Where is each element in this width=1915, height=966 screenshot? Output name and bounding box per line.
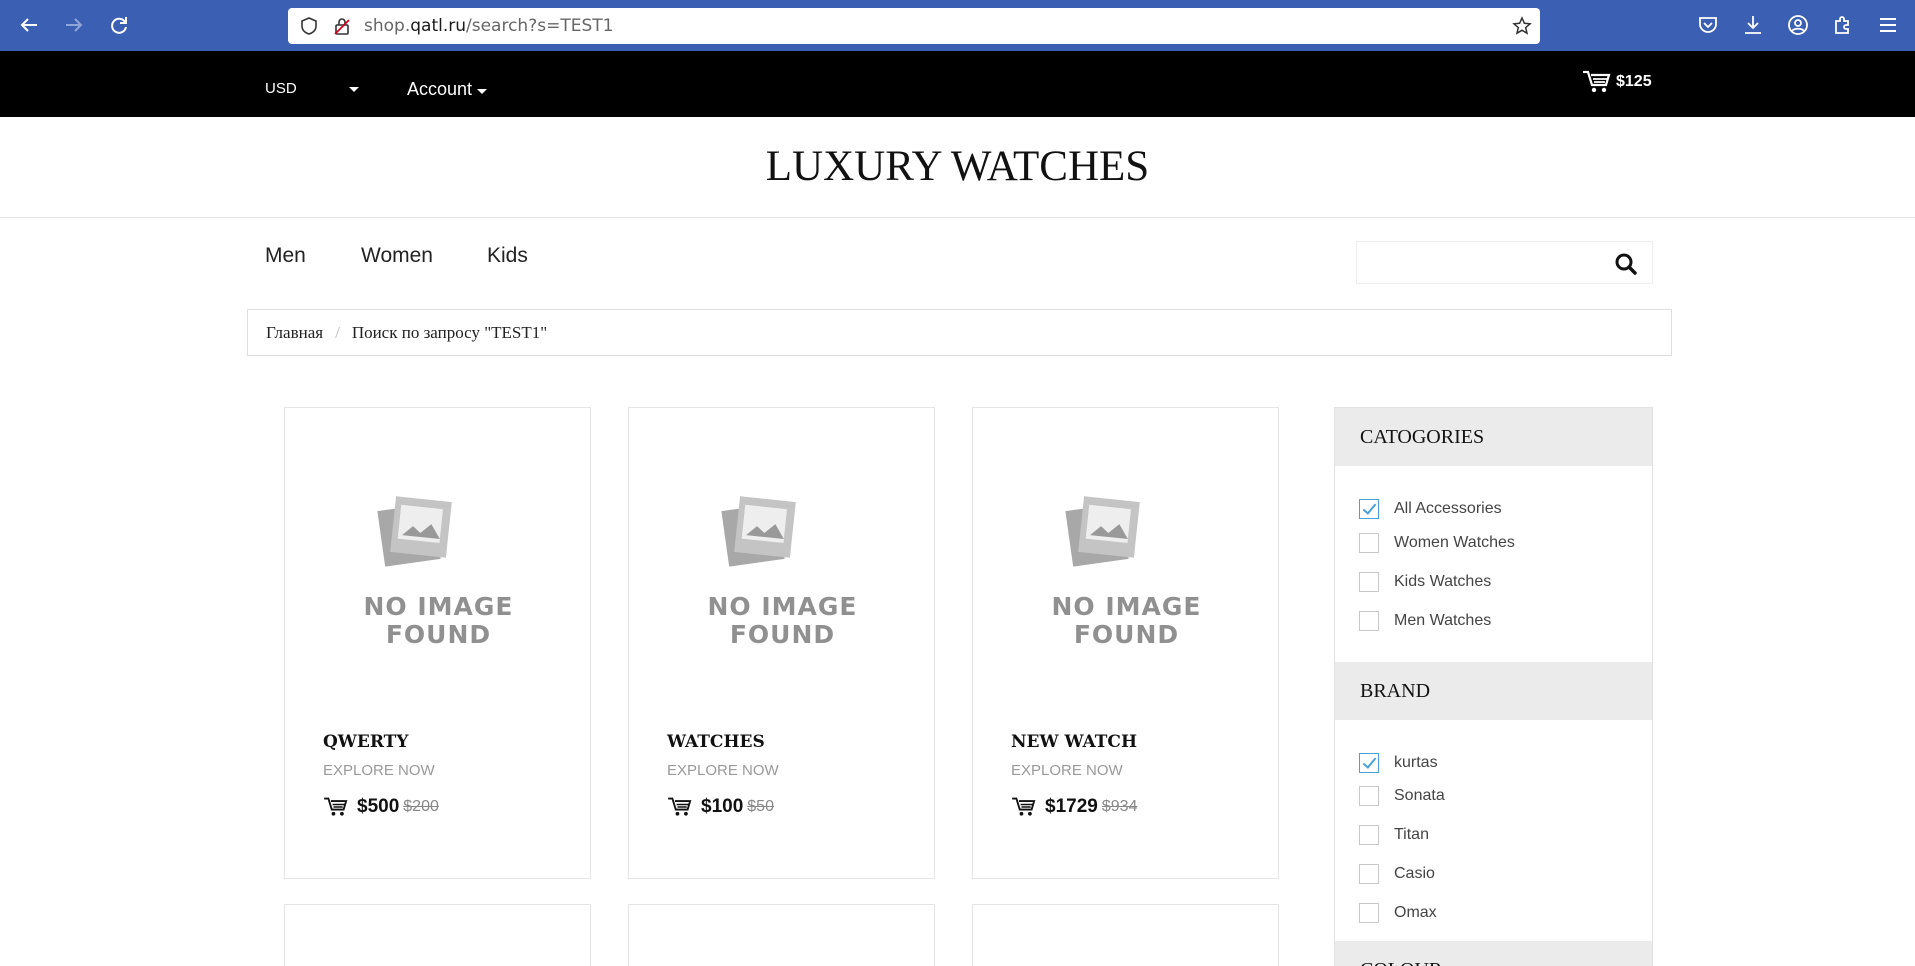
breadcrumb-home[interactable]: Главная [266,323,323,343]
account-menu[interactable]: Account [407,79,472,100]
price-old: $200 [403,798,439,815]
cart-button[interactable]: $125 [1582,69,1652,95]
account-icon[interactable] [1786,13,1810,37]
filter-kids-watches[interactable]: Kids Watches [1359,572,1491,592]
filter-brand-kurtas[interactable]: kurtas [1359,753,1438,773]
product-name[interactable]: QWERTY [323,732,408,752]
account-caret-icon[interactable] [477,89,487,94]
product-name[interactable]: NEW WATCH [1011,732,1137,752]
search-input[interactable] [1356,241,1653,284]
nav-item-women[interactable]: Women [361,244,433,268]
checkbox[interactable] [1359,611,1379,631]
extensions-icon[interactable] [1831,13,1855,37]
search-icon[interactable] [1614,252,1638,276]
filter-label: Casio [1394,865,1435,882]
price-row: $1729 $934 [1011,796,1137,818]
menu-icon[interactable] [1876,13,1900,37]
checkbox[interactable] [1359,533,1379,553]
breadcrumb: Главная / Поиск по запросу "TEST1" [247,309,1672,356]
checkbox[interactable] [1359,572,1379,592]
brand-heading: BRAND [1335,662,1652,720]
filter-brand-titan[interactable]: Titan [1359,825,1429,845]
product-card[interactable]: NO IMAGE FOUND NEW WATCH EXPLORE NOW $172… [972,407,1279,879]
top-bar: USD Account $125 [0,51,1915,117]
categories-heading: CATOGORIES [1335,408,1652,466]
price-row: $100 $50 [667,796,774,818]
cart-total: $125 [1616,73,1652,90]
price-current: $500 [357,796,400,817]
filter-label: Titan [1394,826,1429,843]
filter-label: Sonata [1394,787,1445,804]
site-title[interactable]: LUXURY WATCHES [0,142,1915,191]
filter-label: Men Watches [1394,612,1492,629]
filter-label: kurtas [1394,754,1438,771]
breadcrumb-current: Поиск по запросу "TEST1" [351,322,548,342]
checkbox[interactable] [1359,499,1379,519]
no-image-placeholder-icon [721,496,796,567]
product-card[interactable] [628,904,935,966]
filter-brand-sonata[interactable]: Sonata [1359,786,1445,806]
explore-now-link[interactable]: EXPLORE NOW [323,762,435,779]
product-card[interactable] [972,904,1279,966]
filter-men-watches[interactable]: Men Watches [1359,611,1491,631]
filter-brand-omax[interactable]: Omax [1359,903,1437,923]
insecure-lock-icon[interactable] [332,16,352,36]
checkbox[interactable] [1359,903,1379,923]
nav-item-kids[interactable]: Kids [487,244,528,268]
reload-icon[interactable] [104,10,134,40]
filter-label: Kids Watches [1394,573,1492,590]
checkbox[interactable] [1359,753,1379,773]
explore-now-link[interactable]: EXPLORE NOW [1011,762,1123,779]
filter-sidebar: CATOGORIES All Accessories Women Watches… [1334,407,1653,966]
price-current: $1729 [1045,796,1098,817]
back-arrow-icon[interactable] [14,10,44,40]
bookmark-star-icon[interactable] [1512,16,1532,36]
colour-heading: COLOUR [1335,941,1652,966]
product-name[interactable]: WATCHES [667,732,765,752]
price-old: $50 [747,798,774,815]
product-card[interactable]: NO IMAGE FOUND WATCHES EXPLORE NOW $100 $… [628,407,935,879]
no-image-text: NO IMAGE FOUND [707,592,858,649]
filter-women-watches[interactable]: Women Watches [1359,533,1515,553]
price-old: $934 [1101,798,1138,815]
add-to-cart-icon[interactable] [1011,796,1037,818]
add-to-cart-icon[interactable] [667,796,693,818]
shield-icon[interactable] [299,16,319,36]
no-image-placeholder-icon [377,496,452,567]
price-current: $100 [701,796,744,817]
no-image-text: NO IMAGE FOUND [363,592,514,649]
address-bar[interactable]: shop.qatl.ru/search?s=TEST1 [288,8,1540,44]
currency-select[interactable]: USD [265,80,297,97]
product-card[interactable]: NO IMAGE FOUND QWERTY EXPLORE NOW $500 $2… [284,407,591,879]
product-card[interactable] [284,904,591,966]
checkbox[interactable] [1359,825,1379,845]
filter-brand-casio[interactable]: Casio [1359,864,1435,884]
header-divider [0,217,1915,218]
breadcrumb-separator: / [335,322,340,342]
download-icon[interactable] [1741,13,1765,37]
checkbox[interactable] [1359,864,1379,884]
url-text: shop.qatl.ru/search?s=TEST1 [364,16,614,36]
filter-label: Omax [1394,904,1437,921]
currency-caret-icon[interactable] [349,87,359,92]
no-image-text: NO IMAGE FOUND [1051,592,1202,649]
pocket-icon[interactable] [1696,13,1720,37]
add-to-cart-icon[interactable] [323,796,349,818]
nav-item-men[interactable]: Men [265,244,306,268]
checkbox[interactable] [1359,786,1379,806]
no-image-placeholder-icon [1065,496,1140,567]
filter-label: Women Watches [1394,534,1515,551]
filter-label: All Accessories [1394,500,1502,517]
browser-toolbar: shop.qatl.ru/search?s=TEST1 [0,0,1915,51]
forward-arrow-icon[interactable] [59,10,89,40]
filter-all-accessories[interactable]: All Accessories [1359,499,1502,519]
explore-now-link[interactable]: EXPLORE NOW [667,762,779,779]
price-row: $500 $200 [323,796,439,818]
cart-icon [1583,70,1611,93]
